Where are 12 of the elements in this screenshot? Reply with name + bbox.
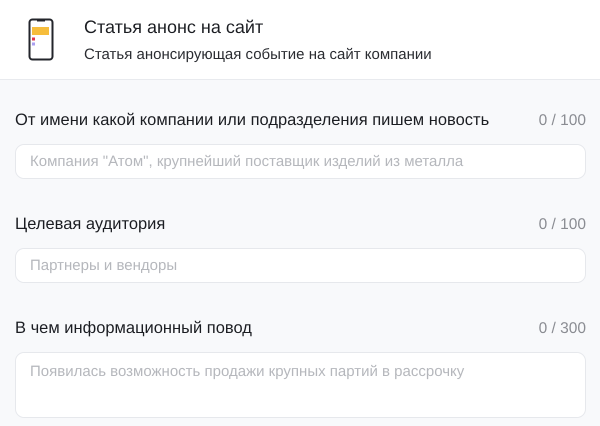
field-label: От имени какой компании или подразделения пишем новость xyxy=(15,110,490,131)
field-label: Целевая аудитория xyxy=(15,214,166,235)
header-title: Статья анонс на сайт xyxy=(84,16,264,38)
text-area[interactable]: Появилась возможность продажи крупных партий в рассрочку xyxy=(15,352,586,418)
input-field[interactable]: Партнеры и вендоры xyxy=(15,248,586,283)
input-field[interactable]: Компания "Атом", крупнейший поставщик изделий из металла xyxy=(15,144,586,179)
field-label: В чем информационный повод xyxy=(15,318,252,339)
character-counter: 0 / 300 xyxy=(538,319,586,339)
header-subtitle: Статья анонсирующая событие на сайт компании xyxy=(84,46,432,62)
character-counter: 0 / 100 xyxy=(538,111,586,131)
phone-icon xyxy=(28,18,54,61)
character-counter: 0 / 100 xyxy=(538,215,586,235)
